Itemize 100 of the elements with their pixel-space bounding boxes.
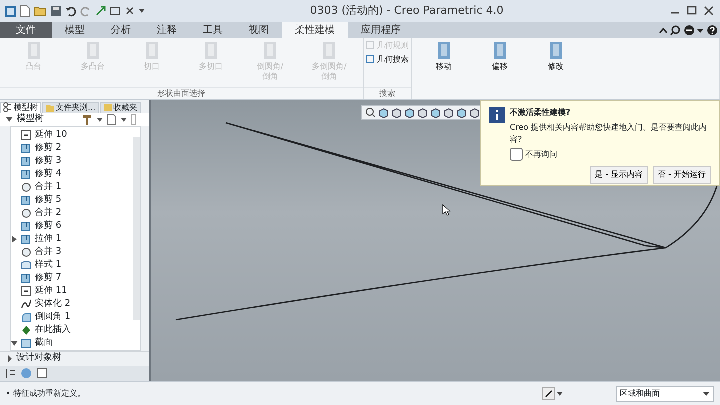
scrollbar[interactable] (133, 137, 140, 320)
tree-item[interactable]: 延伸 10 (35, 129, 68, 143)
new-file-icon[interactable] (20, 4, 31, 18)
panel-tab[interactable]: 文件夹浏... (42, 102, 99, 113)
merge-icon (21, 182, 32, 194)
curve-icon (21, 299, 32, 310)
tree-title: 模型树 (17, 112, 45, 126)
undo-icon[interactable] (65, 5, 77, 17)
dialog-button[interactable]: 是 - 显示内容 (590, 166, 648, 184)
caret-icon (703, 390, 710, 397)
open-folder-icon[interactable] (34, 5, 47, 17)
trim-icon (21, 221, 32, 232)
tree-item[interactable]: 修剪 6 (35, 220, 62, 234)
tree-item[interactable]: 拉伸 1 (35, 233, 62, 247)
trim-icon (21, 273, 32, 284)
cube-icon[interactable] (378, 107, 389, 118)
ribbon-button[interactable]: 几何搜索 (366, 54, 409, 64)
checkbox[interactable] (510, 148, 523, 161)
caret-icon[interactable] (121, 116, 127, 123)
tree-title[interactable]: 设计对象树 (16, 352, 62, 366)
cube-icon[interactable] (391, 107, 402, 118)
status-message: • 特征成功重新定义。 (6, 388, 86, 400)
app-icon[interactable] (4, 4, 17, 18)
ribbon-tab[interactable]: 文件 (0, 22, 52, 38)
search-icon[interactable] (670, 24, 681, 36)
save-icon[interactable] (50, 5, 62, 17)
ribbon-tab[interactable]: 注释 (144, 22, 190, 38)
tree-item[interactable]: 合并 1 (35, 181, 62, 195)
ribbon-button[interactable]: 修改 (532, 40, 580, 97)
ribbon-tab[interactable]: 模型 (52, 22, 98, 38)
tree-item[interactable]: 延伸 11 (35, 285, 68, 299)
trim-icon (21, 169, 32, 180)
ribbon-tab[interactable]: 应用程序 (348, 22, 414, 38)
tree-icon (3, 102, 12, 113)
tree-item[interactable]: 在此插入 (35, 324, 71, 338)
maximize-icon[interactable] (685, 5, 699, 17)
minus-circle-icon[interactable] (684, 24, 694, 36)
zoom-icon[interactable] (365, 107, 376, 118)
select-tool-icon[interactable] (542, 386, 556, 400)
dialog-message: Creo 提供相关内容帮助您快速地入门。是否要查阅此内容? (510, 122, 708, 146)
window-title: 0303 (活动的) - Creo Parametric 4.0 (309, 2, 505, 19)
folder-icon (45, 102, 54, 113)
layers-icon[interactable] (4, 366, 17, 380)
document-icon[interactable] (107, 114, 117, 126)
caret-icon[interactable] (697, 26, 704, 34)
tree-item[interactable]: 倒圆角 1 (35, 311, 71, 325)
insert-arrow-icon (21, 325, 32, 336)
expand-arrow-icon[interactable] (11, 236, 18, 244)
trim-icon (21, 156, 32, 168)
panel-tab[interactable]: 模型树 (0, 102, 41, 113)
filter-dropdown[interactable]: 区域和曲面 (616, 386, 714, 402)
ribbon-button[interactable]: 偏移 (476, 40, 524, 97)
tree-item[interactable]: 样式 1 (35, 259, 62, 273)
dialog-title: 不激活柔性建模? (510, 107, 572, 119)
cube-icon[interactable] (417, 107, 428, 118)
expand-arrow-icon[interactable] (6, 116, 13, 124)
tree-item[interactable]: 实体化 2 (35, 298, 71, 312)
group-label: 形状曲面选择 (0, 87, 363, 99)
tree-item[interactable]: 合并 3 (35, 246, 62, 260)
panel-tab[interactable]: 收藏夹 (100, 102, 141, 113)
tree-item[interactable]: 修剪 7 (35, 272, 62, 286)
checkbox-label: 不再询问 (526, 148, 558, 160)
cube-icon[interactable] (404, 107, 415, 118)
ribbon-tab[interactable]: 分析 (98, 22, 144, 38)
style-icon (21, 260, 32, 272)
window-icon[interactable] (110, 5, 122, 17)
extend-icon (21, 286, 32, 298)
dialog-button[interactable]: 否 - 开始运行 (653, 166, 711, 184)
info-icon (489, 107, 505, 123)
merge-icon (21, 208, 32, 220)
ribbon-tab[interactable]: 视图 (236, 22, 282, 38)
caret-icon[interactable] (556, 390, 564, 398)
tree-item[interactable]: 合并 2 (35, 207, 62, 221)
tab-label: 文件夹浏... (56, 102, 96, 113)
expand-arrow-icon[interactable] (6, 355, 14, 364)
tab-label: 模型树 (14, 102, 38, 113)
tree-item[interactable]: 修剪 5 (35, 194, 62, 208)
close-icon[interactable] (702, 5, 716, 17)
tree-item[interactable]: 修剪 4 (35, 168, 62, 182)
regenerate-icon[interactable] (95, 5, 107, 17)
ribbon-button[interactable]: 移动 (420, 40, 468, 97)
section-icon (21, 338, 32, 350)
trim-icon (21, 234, 32, 246)
collapse-arrow-icon[interactable] (11, 340, 18, 348)
tree-item[interactable]: 修剪 3 (35, 155, 62, 169)
square-icon[interactable] (36, 366, 49, 380)
help-icon[interactable] (706, 24, 718, 36)
tab-label: 收藏夹 (114, 102, 138, 113)
close-window-icon[interactable] (125, 6, 135, 16)
tree-item[interactable]: 修剪 2 (35, 142, 62, 156)
round-icon (21, 312, 32, 324)
extend-icon (21, 130, 32, 142)
caret-icon[interactable] (138, 7, 146, 15)
tree-item[interactable]: 截面 (35, 337, 53, 351)
settings-icon[interactable] (81, 114, 93, 126)
merge-icon (21, 247, 32, 258)
collapse-icon[interactable] (658, 26, 668, 34)
ribbon-tab[interactable]: 工具 (190, 22, 236, 38)
ribbon-tab[interactable]: 柔性建模 (282, 22, 348, 38)
caret-icon[interactable] (97, 116, 103, 123)
